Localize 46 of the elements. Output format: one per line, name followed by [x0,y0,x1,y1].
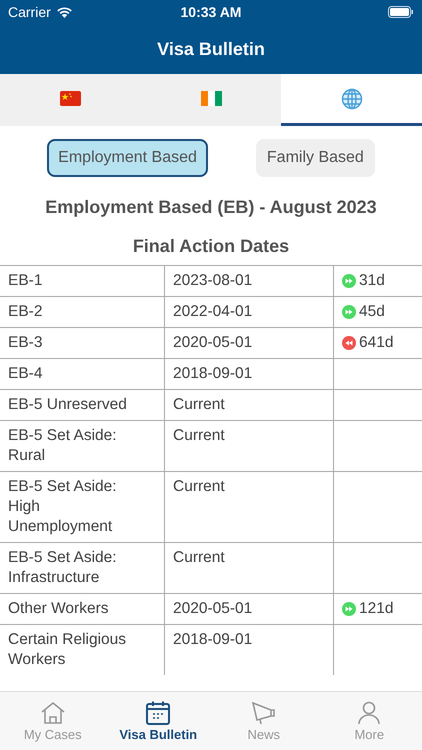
category-button[interactable]: Employment Based [47,139,208,177]
megaphone-icon [250,700,277,724]
flag-icon [60,91,81,106]
table-cell: Current [173,426,225,446]
table-cell: EB-1 [8,271,42,291]
table-cell: 2020-05-01 [173,599,252,619]
table-cell: Current [173,477,225,497]
table-cell: EB-2 [8,302,42,322]
fast-forward-icon [342,305,356,319]
table-cell: 2018-09-01 [173,630,252,650]
table-heading: Final Action Dates [132,236,290,257]
table-cell-text: EB-5 Set Aside: Rural [8,426,118,466]
table-cell: 2020-05-01 [173,333,252,353]
rewind-icon [342,336,356,350]
person-icon [356,700,382,724]
table-cell-text: EB-5 Set Aside: Infrastructure [8,548,118,588]
clock-time: 10:33 AM [180,4,242,20]
battery-icon [388,6,414,18]
table-cell: 45d [359,302,385,322]
globe-icon [340,88,363,110]
tab-bar-item[interactable]: Visa Bulletin [106,692,211,750]
table-cell: 2023-08-01 [173,271,252,291]
table-cell: Other Workers [8,599,108,619]
table-cell: EB-5 Unreserved [8,395,127,415]
table-cell: 2018-09-01 [173,364,252,384]
calendar-icon [145,700,172,724]
fast-forward-icon [342,602,356,616]
table-cell: Current [173,395,225,415]
table-cell: 641d [359,333,394,353]
screen-title: Visa Bulletin [157,38,265,60]
table-cell: 2022-04-01 [173,302,252,322]
fast-forward-icon [342,274,356,288]
table-cell-text: Certain Religious Workers [8,630,128,670]
home-icon [40,700,66,724]
table-cell: Current [173,548,225,568]
country-tab[interactable] [281,74,422,126]
table-cell: 121d [359,599,394,619]
table-cell: EB-3 [8,333,42,353]
category-button[interactable]: Family Based [256,139,375,177]
table-cell: EB-4 [8,364,42,384]
wifi-icon [56,6,73,18]
bulletin-heading: Employment Based (EB) - August 2023 [44,197,378,218]
flag-icon [200,91,222,106]
carrier-text: Carrier [8,4,51,20]
table-cell-text: EB-5 Set Aside: High Unemployment [8,477,118,537]
table-cell: 31d [359,271,385,291]
